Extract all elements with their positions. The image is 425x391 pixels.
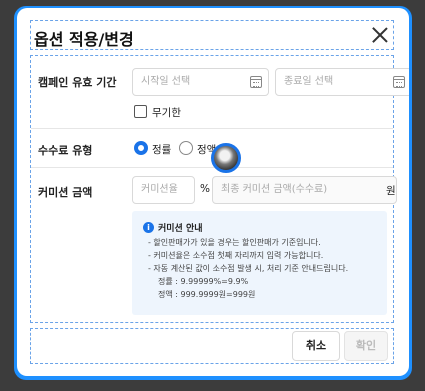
info-line: - 할인판매가가 있을 경우는 할인판매가 기준입니다.: [148, 238, 321, 247]
fixed-rate-label: 정률: [152, 144, 172, 156]
close-icon[interactable]: [369, 24, 391, 46]
confirm-button[interactable]: 확인: [344, 331, 388, 361]
fee-type-label: 수수료 유형: [38, 144, 93, 157]
percent-unit: %: [200, 183, 210, 195]
end-date-placeholder: 종료일 선택: [284, 76, 334, 87]
divider: [31, 167, 393, 168]
modal-title: 옵션 적용/변경: [34, 30, 134, 49]
cancel-button[interactable]: 취소: [292, 331, 340, 361]
currency-unit: 원: [386, 185, 396, 197]
radio-fixed-amount[interactable]: [179, 141, 193, 155]
calendar-icon[interactable]: [393, 76, 405, 88]
end-date-input[interactable]: 종료일 선택: [275, 68, 409, 96]
modal-header: 옵션 적용/변경: [30, 20, 394, 50]
commission-rate-input[interactable]: 커미션율: [132, 176, 195, 204]
start-date-input[interactable]: 시작일 선택: [132, 68, 269, 96]
modal-body: 캠페인 유효 기간 시작일 선택 종료일 선택 무기한 수수료 유형 정률 정액…: [30, 55, 409, 323]
modal-footer: 취소 확인: [30, 328, 394, 364]
info-line: - 커미션율은 소수점 첫째 자리까지 입력 가능합니다.: [148, 251, 324, 260]
unlimited-label: 무기한: [152, 107, 181, 119]
info-line: 정률 : 9.99999%=9.9%: [158, 277, 249, 286]
info-title: 커미션 안내: [158, 224, 203, 234]
info-icon: i: [143, 222, 154, 233]
commission-label: 커미션 금액: [38, 186, 93, 199]
commission-rate-placeholder: 커미션율: [141, 184, 178, 195]
unlimited-checkbox[interactable]: [134, 105, 147, 118]
info-line: - 자동 계산된 값이 소수점 발생 시, 처리 기준 안내드립니다.: [148, 264, 349, 273]
info-line: 정액 : 999.9999원=999원: [158, 290, 256, 299]
cursor-avatar-icon: [211, 143, 241, 173]
start-date-placeholder: 시작일 선택: [141, 76, 191, 87]
commission-info-box: i 커미션 안내 - 할인판매가가 있을 경우는 할인판매가 기준입니다. - …: [132, 211, 387, 315]
final-commission-placeholder: 최종 커미션 금액(수수료): [221, 184, 328, 195]
campaign-period-label: 캠페인 유효 기간: [38, 76, 117, 89]
final-commission-input[interactable]: 최종 커미션 금액(수수료): [212, 176, 397, 204]
calendar-icon[interactable]: [250, 76, 262, 88]
divider: [31, 128, 393, 129]
option-modal: 옵션 적용/변경 캠페인 유효 기간 시작일 선택 종료일 선택 무기한 수수료…: [17, 8, 409, 376]
radio-fixed-rate[interactable]: [134, 141, 148, 155]
